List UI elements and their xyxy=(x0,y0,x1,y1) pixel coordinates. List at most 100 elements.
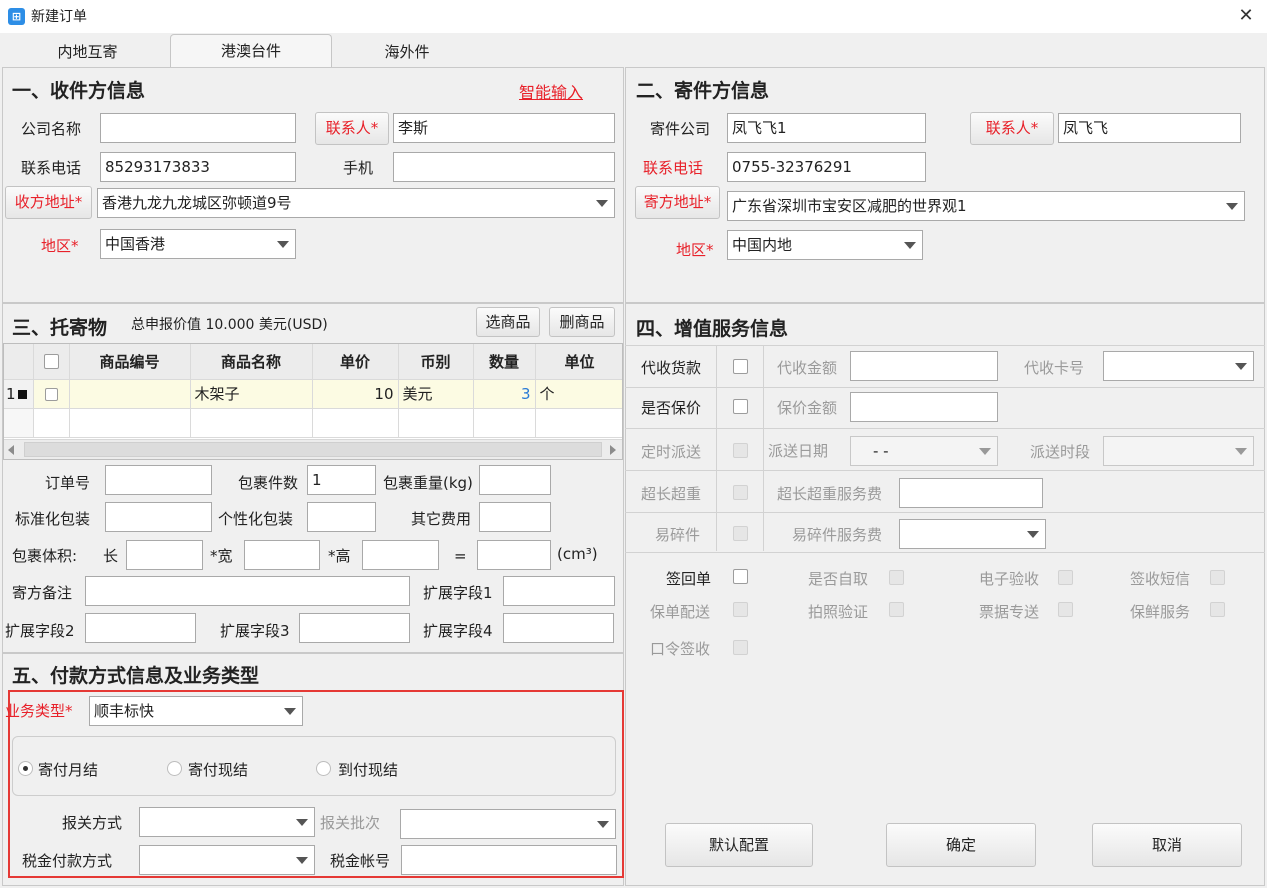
col-header[interactable]: 数量 xyxy=(473,344,536,380)
height-input[interactable] xyxy=(362,540,439,570)
sender-phone-label: 联系电话 xyxy=(643,159,704,177)
cod-card-combo[interactable] xyxy=(1103,351,1254,381)
delivery-time-combo[interactable] xyxy=(1103,436,1254,466)
tab-overseas[interactable]: 海外件 xyxy=(332,37,482,67)
recipient-region-combo[interactable]: 中国香港 xyxy=(100,229,296,259)
recipient-contact-button[interactable]: 联系人* xyxy=(315,112,389,145)
sender-company-input[interactable]: 凤飞飞1 xyxy=(727,113,926,143)
order-no-input[interactable] xyxy=(105,465,212,495)
table-row[interactable]: 1 木架子 10 美元 3 个 xyxy=(4,379,622,409)
sender-phone-input[interactable]: 0755-32376291 xyxy=(727,152,926,182)
horizontal-scrollbar[interactable] xyxy=(4,439,622,459)
other-fee-input[interactable] xyxy=(479,502,551,532)
package-count-input[interactable]: 1 xyxy=(307,465,376,495)
width-input[interactable] xyxy=(244,540,320,570)
cell-price[interactable]: 10 xyxy=(312,379,399,409)
cod-amount-input[interactable] xyxy=(850,351,998,381)
sender-address-combo[interactable]: 广东省深圳市宝安区减肥的世界观1 xyxy=(727,191,1245,221)
close-icon[interactable]: ✕ xyxy=(1236,5,1256,27)
sender-contact-button[interactable]: 联系人* xyxy=(970,112,1054,145)
standard-packing-input[interactable] xyxy=(105,502,212,532)
cell-currency[interactable]: 美元 xyxy=(398,379,474,409)
select-goods-button[interactable]: 选商品 xyxy=(476,307,540,337)
custom-packing-input[interactable] xyxy=(307,502,376,532)
option-self-pickup-checkbox[interactable] xyxy=(889,570,904,585)
cell-name[interactable]: 木架子 xyxy=(190,379,313,409)
customs-method-combo[interactable] xyxy=(139,807,315,837)
length-input[interactable] xyxy=(126,540,203,570)
col-header[interactable]: 单位 xyxy=(535,344,622,380)
option-password-sign-label: 口令签收 xyxy=(650,640,711,658)
recipient-company-input[interactable] xyxy=(100,113,296,143)
sender-remark-input[interactable] xyxy=(85,576,410,606)
recipient-mobile-input[interactable] xyxy=(393,152,615,182)
scheduled-delivery-checkbox[interactable] xyxy=(733,443,748,458)
col-header[interactable]: 商品编号 xyxy=(69,344,191,380)
pay-cash-label[interactable]: 寄付现结 xyxy=(188,760,248,780)
tab-hk-macao-taiwan[interactable]: 港澳台件 xyxy=(170,34,332,68)
customs-batch-combo[interactable] xyxy=(400,809,616,839)
cell-unit[interactable]: 个 xyxy=(535,379,622,409)
recipient-address-combo[interactable]: 香港九龙九龙城区弥顿道9号 xyxy=(97,188,615,218)
scroll-right-icon[interactable] xyxy=(610,445,616,455)
fragile-checkbox[interactable] xyxy=(733,526,748,541)
scroll-left-icon[interactable] xyxy=(8,445,14,455)
scroll-thumb[interactable] xyxy=(24,442,602,457)
recipient-address-button[interactable]: 收方地址* xyxy=(5,186,92,219)
recipient-phone-input[interactable]: 85293173833 xyxy=(100,152,296,182)
confirm-button[interactable]: 确定 xyxy=(886,823,1036,867)
fragile-fee-combo[interactable] xyxy=(899,519,1046,549)
goods-grid: 商品编号 商品名称 单价 币别 数量 单位 1 木架子 10 美元 3 个 xyxy=(3,343,623,460)
tax-payment-combo[interactable] xyxy=(139,845,315,875)
equals-sign: = xyxy=(454,547,467,565)
col-header[interactable]: 币别 xyxy=(398,344,474,380)
pay-cod-radio[interactable] xyxy=(316,761,331,776)
option-policy-delivery-checkbox[interactable] xyxy=(733,602,748,617)
row-checkbox[interactable] xyxy=(44,387,58,401)
option-self-pickup-label: 是否自取 xyxy=(808,570,869,588)
delivery-date-picker[interactable]: - - xyxy=(850,436,998,466)
ext-field-3-input[interactable] xyxy=(299,613,410,643)
ext-field-1-input[interactable] xyxy=(503,576,615,606)
business-type-combo[interactable]: 顺丰标快 xyxy=(89,696,303,726)
cancel-button[interactable]: 取消 xyxy=(1092,823,1242,867)
option-return-receipt-checkbox[interactable] xyxy=(733,569,748,584)
volume-result-input[interactable] xyxy=(477,540,551,570)
sender-company-label: 寄件公司 xyxy=(650,120,711,138)
cell-code[interactable] xyxy=(69,379,191,409)
insure-checkbox[interactable] xyxy=(733,399,748,414)
sender-region-combo[interactable]: 中国内地 xyxy=(727,230,923,260)
height-label: *高 xyxy=(328,547,351,565)
declared-value: 总申报价值 10.000 美元(USD) xyxy=(131,317,328,333)
delete-goods-button[interactable]: 删商品 xyxy=(549,307,615,337)
pay-monthly-label[interactable]: 寄付月结 xyxy=(38,760,98,780)
smart-input-link[interactable]: 智能输入 xyxy=(519,83,583,103)
cell-qty[interactable]: 3 xyxy=(473,379,536,409)
option-bill-delivery-checkbox[interactable] xyxy=(1058,602,1073,617)
option-photo-verify-checkbox[interactable] xyxy=(889,602,904,617)
option-fresh-service-checkbox[interactable] xyxy=(1210,602,1225,617)
grid-select-all[interactable] xyxy=(33,344,70,380)
recipient-contact-input[interactable]: 李斯 xyxy=(393,113,615,143)
col-header[interactable]: 单价 xyxy=(312,344,399,380)
col-header[interactable]: 商品名称 xyxy=(190,344,313,380)
default-config-button[interactable]: 默认配置 xyxy=(665,823,813,867)
oversize-checkbox[interactable] xyxy=(733,485,748,500)
pay-cash-radio[interactable] xyxy=(167,761,182,776)
sender-address-button[interactable]: 寄方地址* xyxy=(635,186,720,219)
pay-cod-label[interactable]: 到付现结 xyxy=(338,760,398,780)
ext-field-2-input[interactable] xyxy=(85,613,196,643)
tab-domestic[interactable]: 内地互寄 xyxy=(10,37,165,67)
tax-account-input[interactable] xyxy=(401,845,617,875)
option-e-acceptance-checkbox[interactable] xyxy=(1058,570,1073,585)
package-weight-input[interactable] xyxy=(479,465,551,495)
sender-contact-input[interactable]: 凤飞飞 xyxy=(1058,113,1241,143)
pay-monthly-radio[interactable] xyxy=(18,761,33,776)
oversize-fee-input[interactable] xyxy=(899,478,1043,508)
cod-checkbox[interactable] xyxy=(733,359,748,374)
ext-field-4-input[interactable] xyxy=(503,613,614,643)
insure-amount-input[interactable] xyxy=(850,392,998,422)
volume-label: 包裹体积: xyxy=(12,547,78,565)
option-password-sign-checkbox[interactable] xyxy=(733,640,748,655)
option-sms-checkbox[interactable] xyxy=(1210,570,1225,585)
